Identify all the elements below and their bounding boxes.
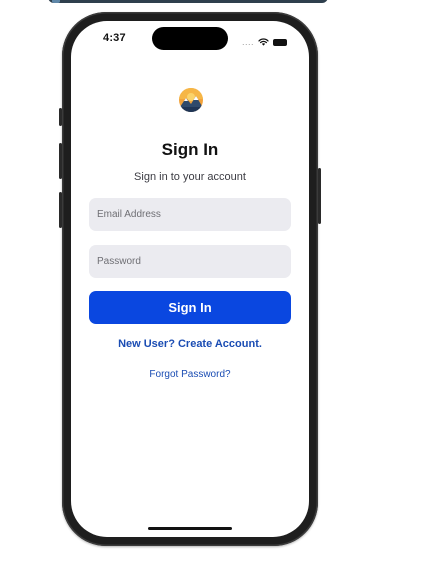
email-field[interactable] — [89, 198, 291, 231]
sign-in-button[interactable]: Sign In — [89, 291, 291, 324]
previous-content-edge — [48, 0, 328, 3]
forgot-password-link[interactable]: Forgot Password? — [71, 369, 309, 380]
create-account-link[interactable]: New User? Create Account. — [71, 338, 309, 350]
page: 4:37 .... Sign In Sign in to your accoun… — [0, 0, 444, 562]
status-time: 4:37 — [103, 32, 126, 44]
volume-up-button — [59, 143, 62, 179]
action-button — [59, 108, 62, 126]
volume-down-button — [59, 192, 62, 228]
previous-content-icon — [52, 0, 60, 3]
status-icons: .... — [242, 33, 287, 51]
page-title: Sign In — [161, 140, 219, 159]
home-indicator[interactable] — [148, 527, 232, 530]
dynamic-island — [152, 27, 228, 50]
battery-icon — [273, 38, 287, 46]
wifi-icon — [258, 33, 269, 51]
page-subtitle: Sign in to your account — [134, 171, 246, 183]
phone-screen: 4:37 .... Sign In Sign in to your accoun… — [71, 21, 309, 537]
mountain-sunset-logo — [178, 87, 204, 113]
signal-indicator: .... — [241, 37, 254, 47]
power-button — [318, 168, 321, 224]
password-field[interactable] — [89, 245, 291, 278]
